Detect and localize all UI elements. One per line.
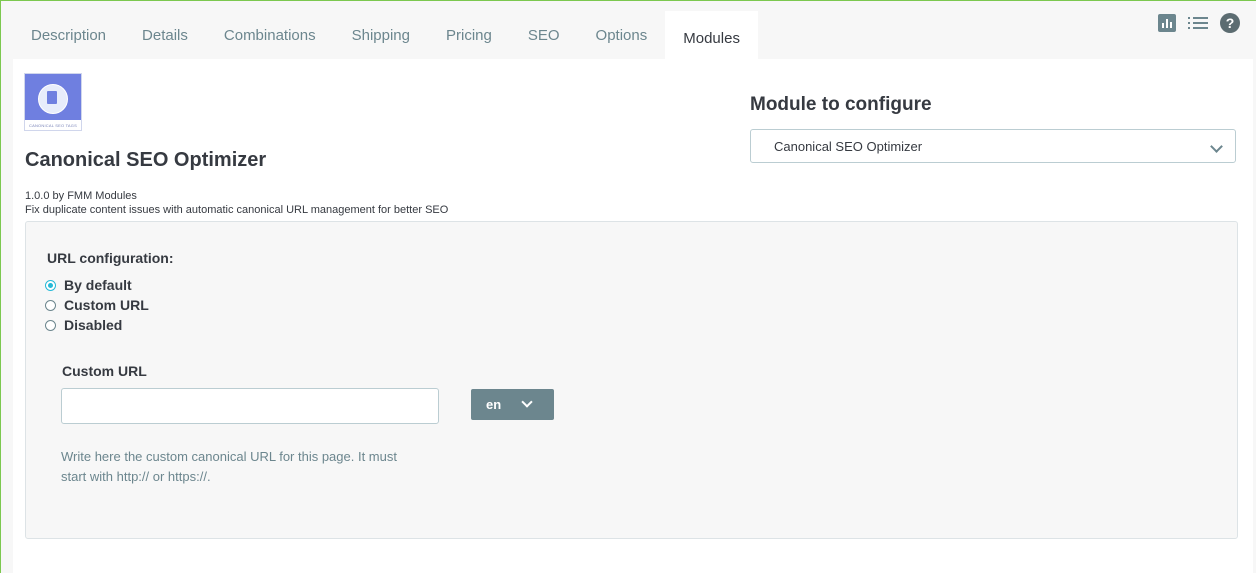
module-version-author: 1.0.0 by FMM Modules [25,190,137,202]
module-meta: 1.0.0 by FMM Modules Fix duplicate conte… [25,189,448,217]
stats-icon[interactable] [1158,14,1176,32]
module-select[interactable]: Canonical SEO Optimizer [750,129,1236,163]
tab-modules[interactable]: Modules [665,11,758,59]
radio-disabled[interactable]: Disabled [45,317,122,333]
tab-seo[interactable]: SEO [510,11,578,59]
tab-details[interactable]: Details [124,11,206,59]
radio-button[interactable] [45,319,56,331]
module-logo-text: CANONICAL SEO TAGS [29,123,77,128]
custom-url-label: Custom URL [62,363,147,379]
url-config-box: URL configuration: By default Custom URL… [25,221,1238,539]
language-code: en [486,397,502,412]
language-dropdown-button[interactable]: en [471,389,554,420]
modules-panel: CANONICAL SEO TAGS Canonical SEO Optimiz… [13,59,1253,573]
custom-url-help-text: Write here the custom canonical URL for … [61,449,397,484]
radio-label: Custom URL [64,297,149,313]
chevron-down-icon [521,396,533,408]
module-title: Canonical SEO Optimizer [25,149,267,171]
tab-shipping[interactable]: Shipping [334,11,428,59]
radio-button[interactable] [45,299,56,311]
tab-combinations[interactable]: Combinations [206,11,334,59]
chevron-down-icon [1210,140,1223,153]
list-icon[interactable] [1188,15,1208,31]
tab-options[interactable]: Options [578,11,666,59]
custom-url-input[interactable] [61,388,439,424]
radio-label: By default [64,277,132,293]
product-tabs: Description Details Combinations Shippin… [13,11,758,59]
module-description: Fix duplicate content issues with automa… [25,204,449,216]
page-frame: Description Details Combinations Shippin… [0,0,1256,573]
module-logo: CANONICAL SEO TAGS [24,73,82,131]
module-to-configure-title: Module to configure [750,94,932,115]
radio-button[interactable] [45,279,56,291]
module-select-value: Canonical SEO Optimizer [774,138,923,154]
radio-by-default[interactable]: By default [45,277,132,293]
help-icon[interactable]: ? [1220,13,1240,33]
radio-label: Disabled [64,317,123,333]
radio-custom-url[interactable]: Custom URL [45,297,149,313]
tab-pricing[interactable]: Pricing [428,11,510,59]
url-configuration-label: URL configuration: [47,250,174,266]
tab-description[interactable]: Description [13,11,124,59]
top-icons: ? [1158,13,1240,33]
